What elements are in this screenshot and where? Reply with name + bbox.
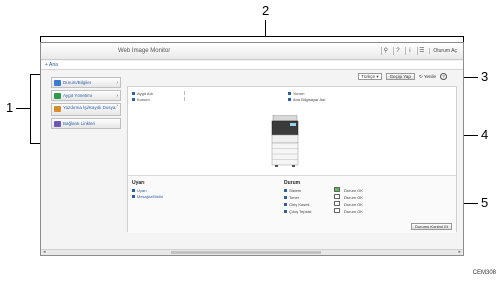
sidebar-item-label: Bağlantı Linkleri: [63, 121, 96, 126]
status-icon: [54, 80, 61, 86]
device-name-label: Aygıt Adı: [137, 91, 153, 96]
help-icon[interactable]: ?: [393, 47, 401, 55]
refresh-link[interactable]: ↻ Yenile: [419, 74, 436, 80]
search-icon[interactable]: ⚲: [381, 47, 389, 55]
check-status-button[interactable]: Durumu Kontrol Et: [411, 223, 452, 230]
callout-2-leader-stem: [265, 20, 266, 36]
bullet-icon: [284, 189, 287, 193]
language-select[interactable]: Türkçe ▾: [358, 73, 382, 80]
callout-3: 3: [481, 69, 489, 84]
location-label: Konum: [137, 97, 150, 102]
web-image-monitor-window: Web Image Monitor ⚲ ? i ☰ Oturum Aç + An…: [40, 42, 464, 256]
messages-label: Mesajlar/Bildiri: [137, 194, 164, 199]
status-label: Toner: [289, 195, 300, 200]
alert-label: Uyarı: [137, 188, 147, 193]
header-icons: ⚲ ? i ☰ Oturum Aç: [381, 47, 457, 55]
comment-field: Yorum: [288, 91, 304, 96]
divider: [184, 97, 185, 101]
toolbar: Türkçe ▾ Geçişi Yap ↻ Yenile ?: [358, 73, 447, 80]
sidebar-item-device-management[interactable]: Aygıt Yönetimi ›: [51, 90, 121, 101]
callout-5: 5: [481, 195, 489, 210]
alerts-title: Uyarı: [132, 180, 145, 186]
status-row-toner: Toner Durum OK: [284, 194, 424, 200]
chevron-right-icon: ›: [116, 103, 118, 109]
sidebar-item-status[interactable]: Durum/Bilgiler ›: [51, 77, 121, 88]
toner-icon: [334, 194, 340, 199]
app-title: Web Image Monitor: [118, 48, 171, 54]
device-name-field: Aygıt Adı: [132, 91, 185, 96]
status-value: Durum OK: [344, 188, 363, 193]
system-status-icon: [334, 187, 340, 192]
callout-1: 1: [6, 100, 14, 115]
messages-link[interactable]: Mesajlar/Bildiri: [132, 194, 163, 199]
status-value: Durum OK: [344, 209, 363, 214]
link-icon: [54, 121, 61, 127]
input-tray-icon: [334, 201, 340, 206]
status-title: Durum: [284, 180, 301, 186]
log-icon[interactable]: ☰: [417, 47, 425, 55]
device-management-icon: [54, 93, 61, 99]
status-label: Çıkış Tepsisi: [289, 209, 312, 214]
login-link[interactable]: Oturum Aç: [429, 48, 457, 54]
chevron-right-icon: ›: [116, 80, 118, 86]
sidebar-item-print-job[interactable]: Yazdırma İşi/Kayıtlı Dosya ›: [51, 103, 121, 116]
home-link[interactable]: + Ana: [45, 62, 58, 68]
language-value: Türkçe: [361, 74, 376, 79]
device-panel: Aygıt Adı Konum Yorum Ana Bilgisayar Adı…: [127, 86, 457, 233]
callout-1-leader-stem: [16, 108, 30, 109]
help-button[interactable]: ?: [440, 73, 447, 80]
status-row-input-tray: Giriş Kaseti Durum OK: [284, 201, 424, 207]
info-icon[interactable]: i: [405, 47, 413, 55]
header-bar: Web Image Monitor ⚲ ? i ☰ Oturum Aç: [41, 43, 463, 60]
output-tray-icon: [334, 208, 340, 213]
chevron-right-icon: ›: [116, 93, 118, 99]
status-value: Durum OK: [344, 195, 363, 200]
alert-link[interactable]: Uyarı: [132, 188, 147, 193]
status-label: Giriş Kaseti: [289, 202, 310, 207]
scroll-left-icon[interactable]: ◂: [43, 249, 46, 255]
printer-image: [271, 115, 299, 167]
sidebar-item-links[interactable]: Bağlantı Linkleri: [51, 118, 121, 129]
comment-label: Yorum: [293, 91, 305, 96]
bullet-icon: [284, 196, 287, 200]
bullet-icon: [132, 98, 135, 102]
bullet-icon: [132, 189, 135, 193]
bullet-icon: [288, 92, 291, 96]
status-row-output-tray: Çıkış Tepsisi Durum OK: [284, 208, 424, 214]
bullet-icon: [132, 92, 135, 96]
switch-button[interactable]: Geçişi Yap: [385, 73, 415, 80]
scroll-right-icon[interactable]: ▸: [458, 249, 461, 255]
scrollbar-thumb[interactable]: [171, 251, 321, 254]
bullet-icon: [132, 195, 135, 199]
sidebar-item-label: Durum/Bilgiler: [63, 80, 92, 85]
home-bar: + Ana: [41, 61, 463, 70]
callout-4: 4: [481, 127, 489, 142]
sidebar-item-label: Yazdırma İşi/Kayıtlı Dosya: [63, 105, 116, 110]
refresh-label: Yenile: [423, 73, 436, 79]
location-field: Konum: [132, 97, 185, 102]
status-label: Sistem: [289, 188, 302, 193]
sidebar-menu: Durum/Bilgiler › Aygıt Yönetimi › Yazdır…: [51, 77, 121, 131]
status-section: Uyarı Uyarı Mesajlar/Bildiri Durum Siste…: [128, 175, 456, 233]
figure-code: CEM308: [472, 270, 496, 276]
callout-2: 2: [262, 3, 270, 18]
bullet-icon: [284, 210, 287, 214]
bullet-icon: [284, 203, 287, 207]
bullet-icon: [288, 98, 291, 102]
host-name-field: Ana Bilgisayar Adı: [288, 97, 325, 102]
status-value: Durum OK: [344, 202, 363, 207]
callout-1-leader-bar: [30, 74, 31, 144]
divider: [184, 91, 185, 95]
host-name-label: Ana Bilgisayar Adı: [293, 97, 326, 102]
horizontal-scrollbar[interactable]: ◂ ▸: [41, 249, 463, 255]
print-job-icon: [54, 106, 61, 112]
callout-2-leader-bar: [40, 36, 464, 37]
sidebar-item-label: Aygıt Yönetimi: [63, 93, 92, 98]
status-row-system: Sistem Durum OK: [284, 187, 424, 193]
